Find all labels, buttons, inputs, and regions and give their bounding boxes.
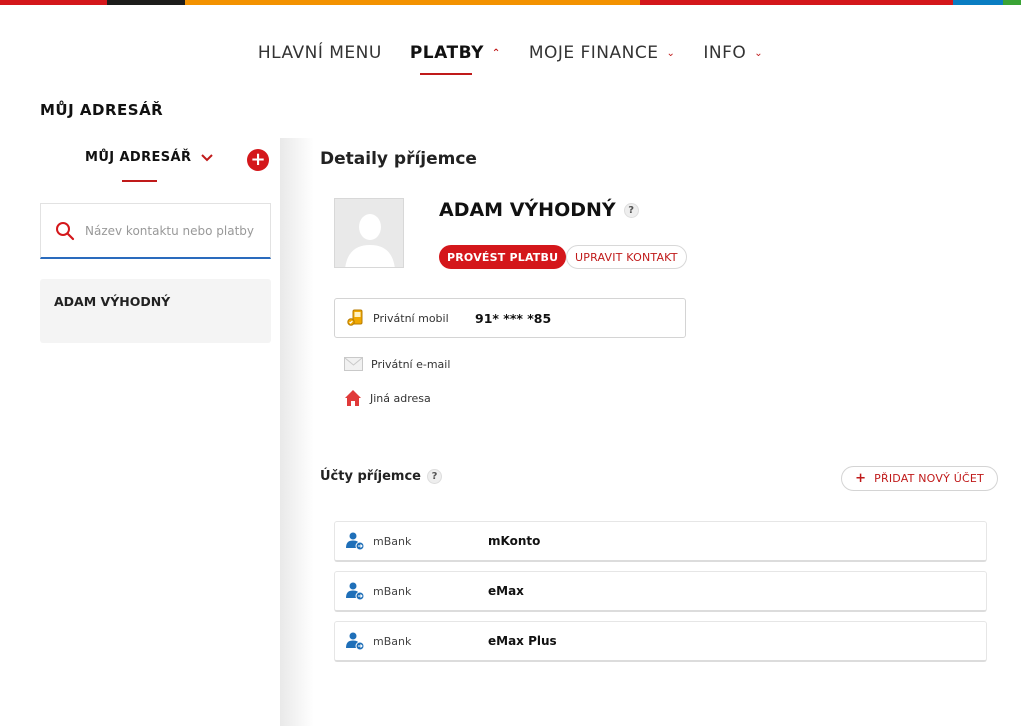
address-row: Jiná adresa: [344, 389, 431, 407]
nav-moje-finance[interactable]: MOJE FINANCE ⌄: [529, 40, 676, 66]
accounts-heading: Účty příjemce ?: [320, 469, 442, 484]
bank-name: mBank: [373, 634, 412, 648]
stripe-segment-red-2: [640, 0, 953, 5]
user-account-icon: [346, 582, 365, 601]
nav-label: HLAVNÍ MENU: [257, 43, 382, 63]
stripe-segment-black: [107, 0, 185, 5]
phone-label: Privátní mobil: [373, 311, 449, 325]
phone-value: 91* *** *85: [475, 310, 552, 326]
top-navigation: HLAVNÍ MENU PLATBY ⌃ MOJE FINANCE ⌄ INFO…: [0, 40, 1021, 75]
bank-name: mBank: [373, 534, 412, 548]
nav-info[interactable]: INFO ⌄: [703, 40, 763, 66]
address-book-dropdown[interactable]: MŮJ ADRESÁŘ: [85, 150, 214, 165]
chevron-down-icon: [201, 153, 214, 161]
search-input[interactable]: [85, 223, 255, 238]
help-icon[interactable]: ?: [427, 469, 442, 484]
person-silhouette-icon: [335, 199, 403, 267]
detail-title: Detaily příjemce: [320, 149, 477, 169]
plus-icon: +: [250, 149, 266, 170]
account-row[interactable]: mBank eMax Plus: [334, 621, 987, 662]
search-box: [40, 203, 271, 259]
page-title: MŮJ ADRESÁŘ: [40, 101, 164, 119]
add-account-button[interactable]: + PŘIDAT NOVÝ ÚČET: [841, 466, 998, 491]
account-name: eMax Plus: [488, 634, 557, 648]
add-contact-button[interactable]: +: [247, 149, 269, 171]
chevron-down-icon: ⌄: [754, 47, 764, 59]
chevron-up-icon: ⌃: [491, 47, 501, 59]
edit-contact-button[interactable]: UPRAVIT KONTAKT: [566, 245, 687, 269]
nav-hlavni-menu[interactable]: HLAVNÍ MENU: [258, 40, 382, 66]
contact-heading: ADAM VÝHODNÝ ?: [439, 199, 639, 221]
phone-row: Privátní mobil 91* *** *85: [334, 298, 686, 338]
plus-icon: +: [855, 471, 867, 486]
nav-platby[interactable]: PLATBY ⌃: [409, 40, 501, 75]
email-row: Privátní e-mail: [344, 357, 450, 371]
account-row[interactable]: mBank mKonto: [334, 521, 987, 562]
envelope-icon: [344, 357, 363, 371]
email-label: Privátní e-mail: [371, 357, 451, 371]
account-name: eMax: [488, 584, 524, 598]
sidebar-shadow: [280, 138, 314, 726]
user-account-icon: [346, 532, 365, 551]
chevron-down-icon: ⌄: [666, 47, 676, 59]
account-row[interactable]: mBank eMax: [334, 571, 987, 612]
brand-color-stripe: [0, 0, 1021, 5]
nav-label: MOJE FINANCE: [528, 43, 659, 63]
accounts-title: Účty příjemce: [320, 469, 421, 484]
contact-list-item[interactable]: ADAM VÝHODNÝ: [40, 279, 271, 343]
contact-name: ADAM VÝHODNÝ: [54, 294, 171, 309]
user-account-icon: [346, 632, 365, 651]
account-name: mKonto: [488, 534, 541, 548]
stripe-segment-orange: [185, 0, 640, 5]
stripe-segment-red: [0, 0, 107, 5]
search-icon: [56, 221, 75, 240]
nav-label: PLATBY: [409, 43, 484, 63]
address-label: Jiná adresa: [370, 391, 431, 405]
address-book-label: MŮJ ADRESÁŘ: [85, 150, 192, 165]
avatar: [334, 198, 404, 268]
nav-label: INFO: [703, 43, 747, 63]
address-book-sidebar: MŮJ ADRESÁŘ + ADAM VÝHODNÝ: [0, 138, 280, 726]
house-icon: [345, 390, 361, 406]
bank-name: mBank: [373, 584, 412, 598]
mobile-phone-icon: [347, 309, 363, 326]
help-icon[interactable]: ?: [623, 202, 639, 218]
stripe-segment-blue: [953, 0, 1003, 5]
stripe-segment-green: [1003, 0, 1021, 5]
make-payment-button[interactable]: PROVÉST PLATBU: [439, 245, 567, 269]
add-account-label: PŘIDAT NOVÝ ÚČET: [874, 472, 984, 485]
contact-name: ADAM VÝHODNÝ: [439, 199, 616, 221]
active-underline: [122, 180, 157, 182]
